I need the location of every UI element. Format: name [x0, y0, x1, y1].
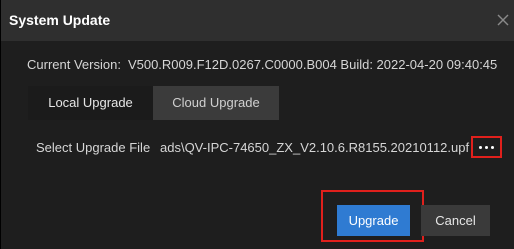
cancel-button[interactable]: Cancel — [421, 205, 490, 236]
current-version-label: Current Version: — [27, 57, 121, 72]
browse-file-button[interactable] — [471, 136, 502, 158]
select-upgrade-file-label: Select Upgrade File — [36, 140, 151, 155]
upgrade-file-path-field[interactable]: ads\QV-IPC-74650_ZX_V2.10.6.R8155.202101… — [160, 140, 471, 156]
dialog-title: System Update — [9, 12, 111, 28]
more-dots-icon — [473, 138, 500, 156]
upgrade-file-path-text: ads\QV-IPC-74650_ZX_V2.10.6.R8155.202101… — [160, 140, 470, 155]
current-version-value: V500.R009.F12D.0267.C0000.B004 Build: 20… — [127, 57, 498, 72]
close-icon[interactable] — [495, 12, 511, 28]
dialog-titlebar: System Update — [1, 0, 514, 41]
system-update-dialog: System Update Current Version: V500.R009.… — [0, 0, 514, 249]
upgrade-tabs: Local Upgrade Cloud Upgrade — [28, 86, 279, 120]
tab-cloud-upgrade[interactable]: Cloud Upgrade — [153, 86, 279, 120]
current-version-row: Current Version: V500.R009.F12D.0267.C000… — [27, 57, 497, 73]
upgrade-file-row: Select Upgrade File ads\QV-IPC-74650_ZX_… — [36, 140, 471, 156]
upgrade-button[interactable]: Upgrade — [337, 205, 410, 236]
tab-local-upgrade[interactable]: Local Upgrade — [28, 86, 153, 120]
